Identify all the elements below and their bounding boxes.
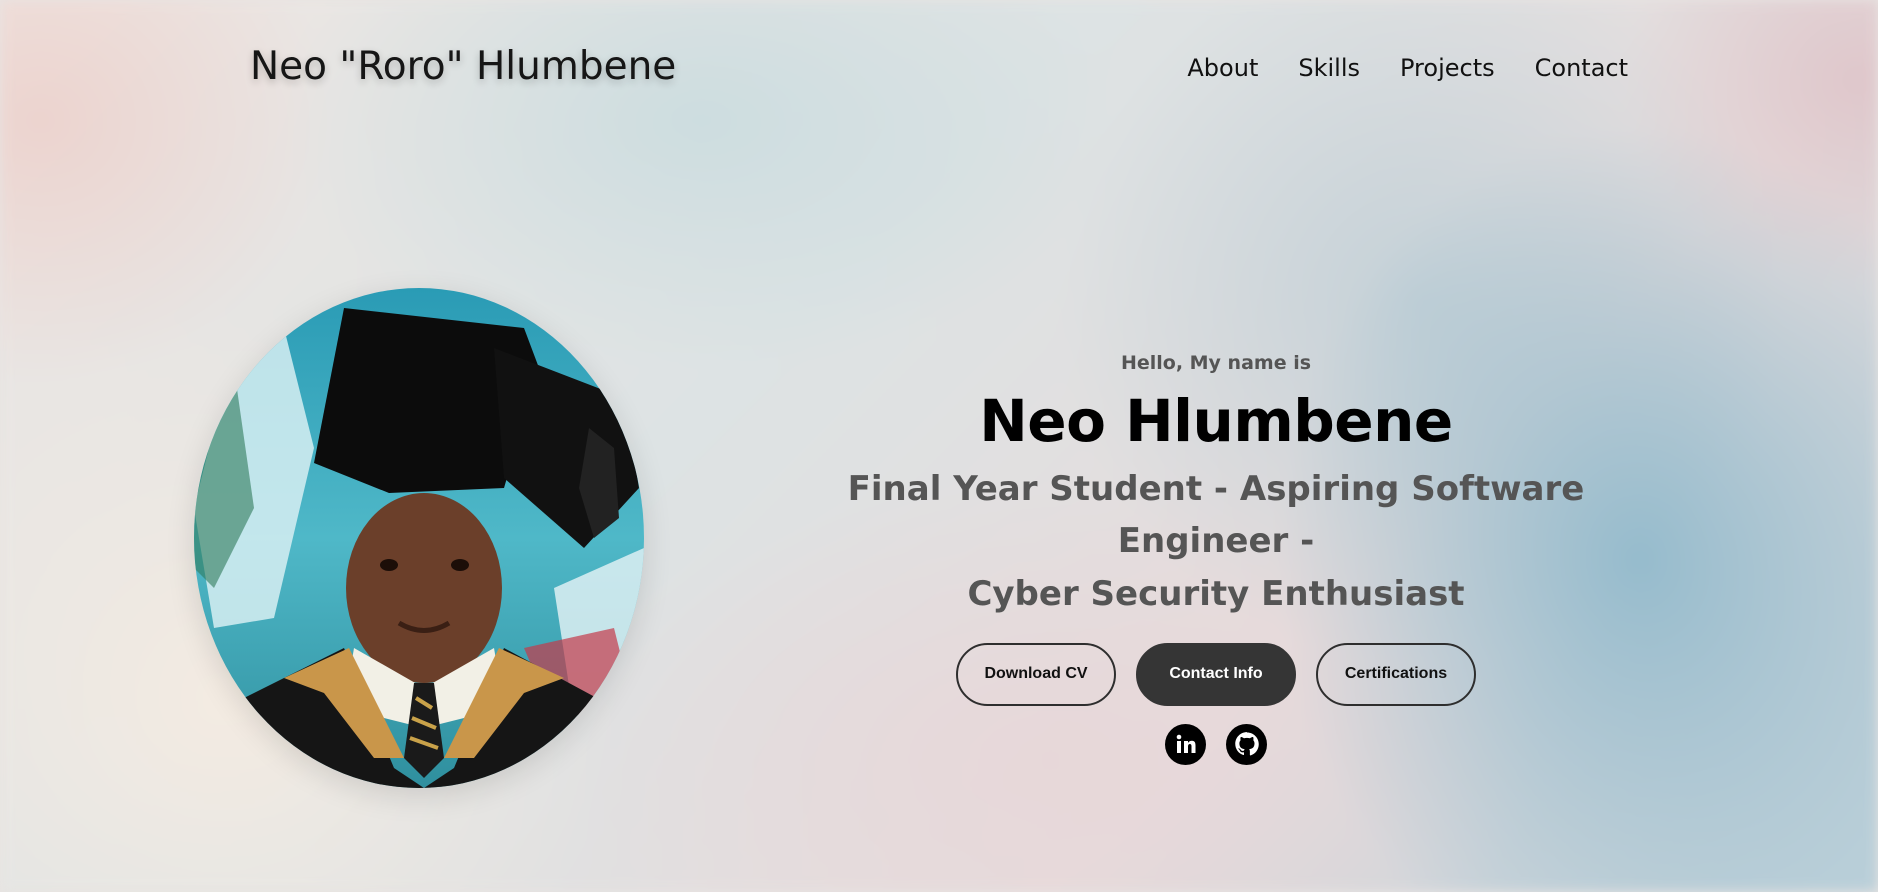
github-glyph [1234, 732, 1259, 756]
nav-link-projects[interactable]: Projects [1400, 54, 1495, 82]
social-links [760, 723, 1672, 765]
hero-name: Neo Hlumbene [979, 387, 1453, 455]
hero-section: Hello, My name is Neo Hlumbene Final Yea… [760, 352, 1672, 765]
nav-link-about[interactable]: About [1187, 54, 1258, 82]
site-logo[interactable]: Neo "Roro" Hlumbene [250, 44, 676, 89]
profile-photo-image [194, 288, 644, 788]
nav-link-contact[interactable]: Contact [1535, 54, 1628, 82]
hero-tagline: Final Year Student - Aspiring Software E… [760, 463, 1672, 621]
linkedin-icon[interactable] [1165, 723, 1206, 765]
hero-buttons: Download CV Contact Info Certifications [760, 642, 1672, 706]
main-nav: About Skills Projects Contact [1187, 54, 1628, 82]
hero-tagline-line1: Final Year Student - Aspiring Software E… [847, 468, 1585, 562]
hero-greeting: Hello, My name is [1120, 352, 1312, 374]
linkedin-glyph [1176, 734, 1195, 754]
profile-photo [194, 288, 644, 788]
nav-link-skills[interactable]: Skills [1298, 54, 1360, 82]
hero-tagline-line2: Cyber Security Enthusiast [967, 574, 1465, 615]
github-icon[interactable] [1226, 723, 1267, 765]
download-cv-button[interactable]: Download CV [956, 642, 1116, 706]
certifications-button[interactable]: Certifications [1316, 642, 1476, 706]
contact-info-button[interactable]: Contact Info [1136, 642, 1296, 706]
site-header: Neo "Roro" Hlumbene About Skills Project… [0, 0, 1878, 140]
